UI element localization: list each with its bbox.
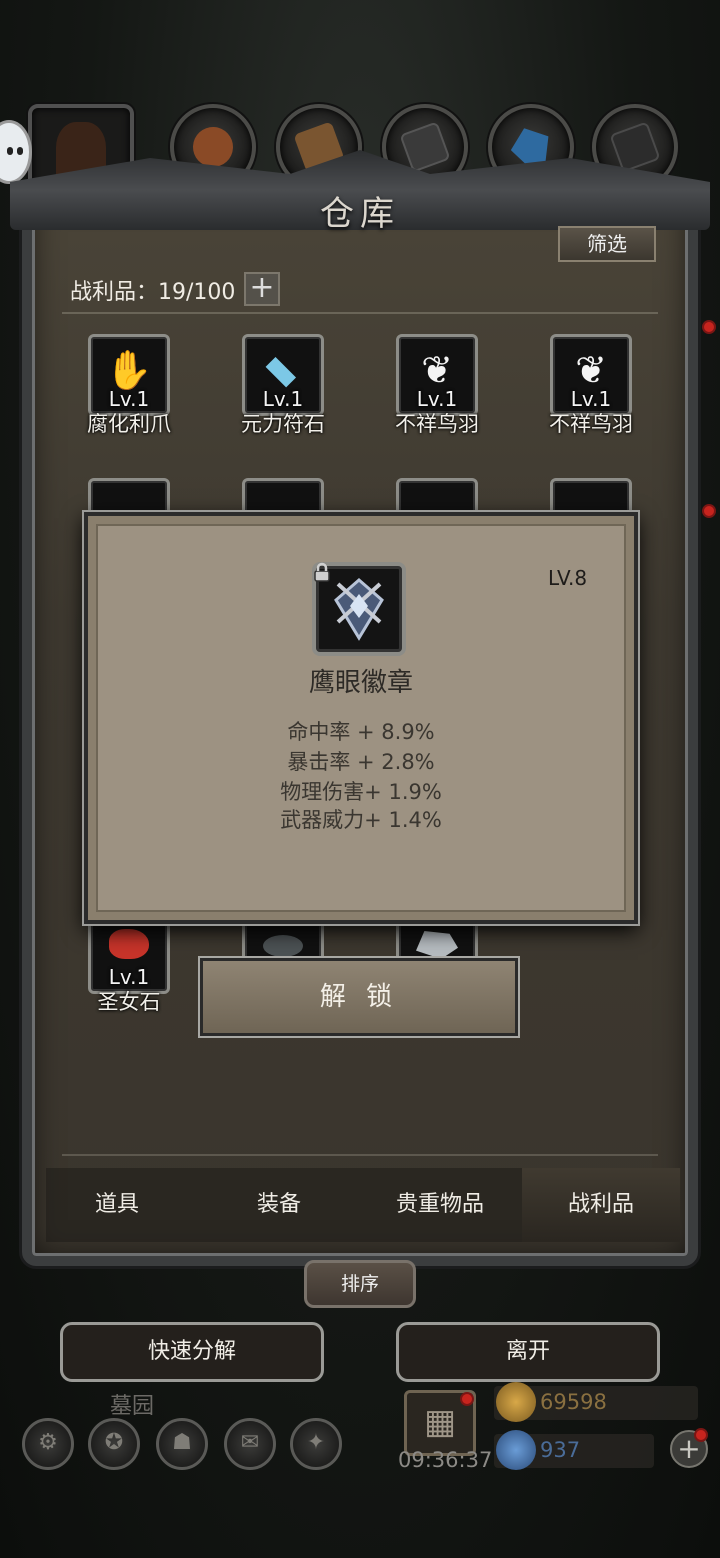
notification-dot — [702, 504, 716, 518]
stat-line: 命中率 + 8.9% — [287, 720, 435, 744]
item-name: 不祥鸟羽 — [549, 412, 633, 436]
item-name: 圣女石 — [97, 990, 161, 1014]
tab-loot[interactable]: 战利品 — [522, 1168, 680, 1242]
loot-count: 战利品：19/100 — [70, 280, 236, 305]
filter-button[interactable]: 筛选 — [558, 226, 656, 262]
tab-equipment[interactable]: 装备 — [200, 1168, 358, 1242]
character-icon[interactable]: ☗ — [156, 1418, 208, 1470]
inventory-slot[interactable]: ❦ Lv.1 — [550, 334, 632, 416]
stat-line: 物理伤害+ 1.9% — [280, 780, 442, 804]
mail-icon[interactable]: ✉ — [224, 1418, 276, 1470]
dark-stone-icon — [263, 935, 303, 957]
item-name: 腐化利爪 — [87, 412, 171, 436]
item-level-badge: LV.8 — [548, 566, 588, 590]
notification-dot — [702, 320, 716, 334]
item-name: 不祥鸟羽 — [395, 412, 479, 436]
sort-button[interactable]: 排序 — [304, 1260, 416, 1308]
iron-bar-icon — [399, 121, 451, 173]
dark-ingot-icon — [609, 121, 661, 173]
gold-coin-icon — [496, 1382, 536, 1422]
leave-button[interactable]: 离开 — [396, 1322, 660, 1382]
settings-gear-icon[interactable]: ⚙ — [22, 1418, 74, 1470]
expand-capacity-button[interactable]: + — [244, 272, 280, 306]
quick-decompose-button[interactable]: 快速分解 — [60, 1322, 324, 1382]
inventory-slot[interactable]: ❦ Lv.1 — [396, 334, 478, 416]
location-label: 墓园 — [110, 1394, 155, 1419]
divider — [62, 1154, 658, 1156]
skill-icon[interactable]: ✦ — [290, 1418, 342, 1470]
tab-valuables[interactable]: 贵重物品 — [361, 1168, 519, 1242]
notification-dot — [694, 1428, 708, 1442]
lock-icon — [314, 562, 330, 582]
divider — [62, 312, 658, 314]
clock-display: 09:36:37 — [398, 1448, 493, 1472]
red-gem-icon — [109, 929, 149, 959]
blue-gem-icon — [496, 1430, 536, 1470]
achievement-icon[interactable]: ✪ — [88, 1418, 140, 1470]
gold-amount: 69598 — [540, 1390, 607, 1414]
inventory-slot[interactable]: ✋ Lv.1 — [88, 334, 170, 416]
tab-props[interactable]: 道具 — [38, 1168, 196, 1242]
stat-line: 武器威力+ 1.4% — [280, 808, 442, 832]
item-name: 元力符石 — [241, 412, 325, 436]
inventory-slot[interactable]: ▬ Lv.1 — [242, 334, 324, 416]
inventory-slot[interactable]: Lv.1 — [88, 912, 170, 994]
stat-line: 暴击率 + 2.8% — [287, 750, 435, 774]
gem-amount: 937 — [540, 1438, 581, 1462]
silver-ore-icon — [416, 931, 458, 959]
item-title: 鹰眼徽章 — [308, 668, 413, 698]
unlock-button[interactable]: 解 锁 — [200, 958, 518, 1036]
notification-dot — [460, 1392, 474, 1406]
